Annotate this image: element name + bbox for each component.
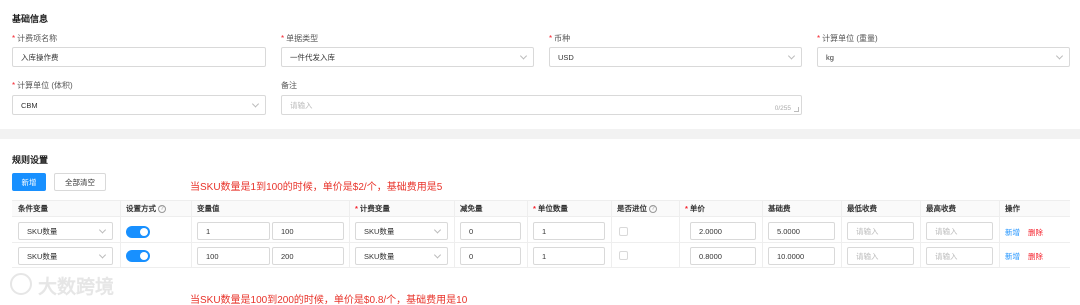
var-to-input[interactable]: 100 bbox=[272, 222, 344, 240]
currency-label: * 币种 bbox=[549, 34, 571, 43]
rules-section-title: 规则设置 bbox=[12, 155, 49, 165]
max-input[interactable]: 请输入 bbox=[926, 247, 993, 265]
unit-volume-label: * 计算单位 (体积) bbox=[12, 81, 73, 90]
doc-type-label: * 单据类型 bbox=[281, 34, 319, 43]
var-from-input[interactable]: 1 bbox=[197, 222, 270, 240]
basic-section-title: 基础信息 bbox=[12, 14, 49, 24]
header-carry: 是否进位? bbox=[617, 200, 657, 217]
chevron-down-icon bbox=[1055, 52, 1064, 60]
chevron-down-icon bbox=[251, 100, 260, 108]
remark-textarea[interactable]: 请输入 0/255 bbox=[281, 95, 802, 115]
unit-volume-select[interactable]: CBM bbox=[12, 95, 266, 115]
column-divider bbox=[999, 200, 1000, 268]
header-ops: 操作 bbox=[1005, 204, 1020, 213]
annotation-rule-2: 当SKU数量是100到200的时候，单价是$0.8/个，基础费用是10 bbox=[190, 295, 468, 305]
header-minus: 减免量 bbox=[460, 204, 483, 213]
column-divider bbox=[349, 200, 350, 268]
unitqty-input[interactable]: 1 bbox=[533, 222, 605, 240]
column-divider bbox=[841, 200, 842, 268]
chevron-down-icon bbox=[98, 251, 107, 259]
var-to-input[interactable]: 200 bbox=[272, 247, 344, 265]
min-input[interactable]: 请输入 bbox=[847, 247, 914, 265]
annotation-rule-1: 当SKU数量是1到100的时候，单价是$2/个，基础费用是5 bbox=[190, 182, 443, 193]
currency-select[interactable]: USD bbox=[549, 47, 802, 67]
unitqty-input[interactable]: 1 bbox=[533, 247, 605, 265]
unit-weight-label: * 计算单位 (重量) bbox=[817, 34, 878, 43]
watermark-text: 大数跨境 bbox=[38, 277, 115, 298]
column-divider bbox=[454, 200, 455, 268]
add-rule-button[interactable]: 新增 bbox=[12, 173, 46, 191]
minus-input[interactable]: 0 bbox=[460, 247, 521, 265]
calc-select[interactable]: SKU数量 bbox=[355, 222, 448, 240]
resize-handle-icon[interactable] bbox=[794, 107, 799, 112]
column-divider bbox=[191, 200, 192, 268]
chevron-down-icon bbox=[98, 226, 107, 234]
chevron-down-icon bbox=[787, 52, 796, 60]
doc-type-select[interactable]: 一件代发入库 bbox=[281, 47, 534, 67]
header-mode: 设置方式? bbox=[126, 200, 166, 217]
remark-counter: 0/255 bbox=[774, 105, 791, 112]
mode-toggle[interactable] bbox=[126, 250, 150, 262]
column-divider bbox=[679, 200, 680, 268]
row-delete-link[interactable]: 删除 bbox=[1028, 251, 1043, 262]
row-add-link[interactable]: 新增 bbox=[1005, 251, 1020, 262]
chevron-down-icon bbox=[519, 52, 528, 60]
max-input[interactable]: 请输入 bbox=[926, 222, 993, 240]
row-delete-link[interactable]: 删除 bbox=[1028, 227, 1043, 238]
cond-select[interactable]: SKU数量 bbox=[18, 222, 113, 240]
row-divider bbox=[12, 267, 1070, 268]
carry-checkbox[interactable] bbox=[619, 251, 628, 260]
header-max: 最高收费 bbox=[926, 204, 956, 213]
chevron-down-icon bbox=[433, 251, 442, 259]
header-unitqty: * 单位数量 bbox=[533, 204, 568, 213]
row-divider bbox=[12, 242, 1070, 243]
base-input[interactable]: 5.0000 bbox=[768, 222, 835, 240]
var-from-input[interactable]: 100 bbox=[197, 247, 270, 265]
help-icon: ? bbox=[649, 204, 657, 213]
row-add-link[interactable]: 新增 bbox=[1005, 227, 1020, 238]
fee-name-input[interactable]: 入库操作费 bbox=[12, 47, 266, 67]
remark-label: 备注 bbox=[281, 81, 297, 90]
watermark-logo-icon bbox=[10, 273, 32, 295]
header-calc: * 计费变量 bbox=[355, 204, 390, 213]
header-min: 最低收费 bbox=[847, 204, 877, 213]
header-cond: 条件变量 bbox=[18, 204, 48, 213]
price-input[interactable]: 0.8000 bbox=[690, 247, 756, 265]
header-base: 基础费 bbox=[768, 204, 791, 213]
unit-weight-select[interactable]: kg bbox=[817, 47, 1070, 67]
min-input[interactable]: 请输入 bbox=[847, 222, 914, 240]
cond-select[interactable]: SKU数量 bbox=[18, 247, 113, 265]
mode-toggle[interactable] bbox=[126, 226, 150, 238]
header-price: * 单价 bbox=[685, 204, 705, 213]
header-var: 变量值 bbox=[197, 204, 220, 213]
help-icon: ? bbox=[158, 204, 166, 213]
column-divider bbox=[762, 200, 763, 268]
carry-checkbox[interactable] bbox=[619, 227, 628, 236]
calc-select[interactable]: SKU数量 bbox=[355, 247, 448, 265]
column-divider bbox=[920, 200, 921, 268]
column-divider bbox=[611, 200, 612, 268]
minus-input[interactable]: 0 bbox=[460, 222, 521, 240]
base-input[interactable]: 10.0000 bbox=[768, 247, 835, 265]
column-divider bbox=[527, 200, 528, 268]
chevron-down-icon bbox=[433, 226, 442, 234]
clear-all-button[interactable]: 全部清空 bbox=[54, 173, 106, 191]
section-divider bbox=[0, 129, 1080, 139]
column-divider bbox=[120, 200, 121, 268]
price-input[interactable]: 2.0000 bbox=[690, 222, 756, 240]
fee-name-label: * 计费项名称 bbox=[12, 34, 58, 43]
